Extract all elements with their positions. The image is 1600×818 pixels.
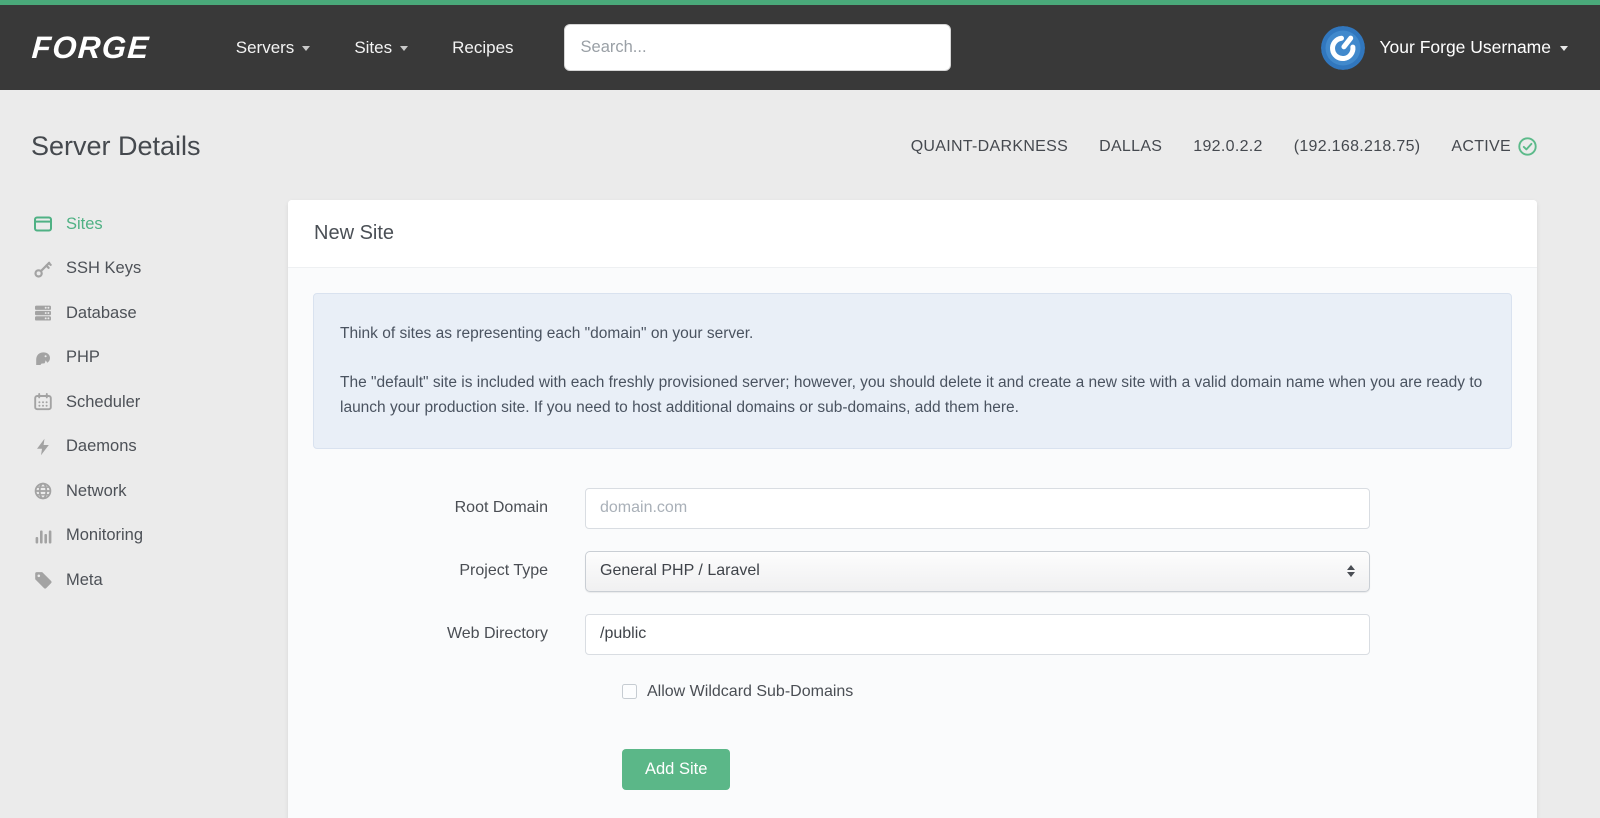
sidebar-item-monitoring[interactable]: Monitoring	[31, 514, 288, 559]
server-meta: QUAINT-DARKNESS DALLAS 192.0.2.2 (192.16…	[911, 137, 1537, 156]
nav-item-recipes-label: Recipes	[452, 37, 514, 57]
page-title: Server Details	[31, 131, 201, 161]
nav-item-recipes[interactable]: Recipes	[452, 38, 513, 58]
info-paragraph-1: Think of sites as representing each "dom…	[340, 325, 754, 342]
sidebar-item-scheduler[interactable]: Scheduler	[31, 380, 288, 425]
forge-app: FORGE Servers Sites Recipes Search... Yo…	[0, 0, 1600, 818]
sidebar-item-label: SSH Keys	[66, 259, 142, 278]
card-header: New Site	[288, 200, 1537, 268]
server-private-ip: (192.168.218.75)	[1293, 137, 1421, 155]
check-circle-icon	[1518, 137, 1537, 156]
sidebar-item-label: Sites	[66, 214, 103, 233]
wildcard-row: Allow Wildcard Sub-Domains	[622, 683, 1512, 701]
chevron-down-icon	[302, 46, 311, 51]
root-domain-label: Root Domain	[454, 499, 548, 517]
web-directory-label: Web Directory	[446, 625, 548, 643]
project-type-label: Project Type	[459, 562, 548, 580]
card-title: New Site	[314, 222, 395, 244]
sidebar-item-sites[interactable]: Sites	[31, 202, 288, 247]
page-header: Server Details QUAINT-DARKNESS DALLAS 19…	[31, 131, 1537, 162]
server-name: QUAINT-DARKNESS	[910, 137, 1069, 155]
web-directory-row: Web Directory	[313, 613, 1512, 655]
status-badge: ACTIVE	[1451, 137, 1537, 156]
window-icon	[31, 214, 55, 234]
status-label: ACTIVE	[1451, 137, 1511, 155]
power-avatar-icon	[1321, 25, 1366, 70]
globe-icon	[31, 481, 55, 501]
sidebar-item-network[interactable]: Network	[31, 469, 288, 514]
nav-item-sites[interactable]: Sites	[354, 37, 409, 58]
sidebar-item-database[interactable]: Database	[31, 291, 288, 336]
select-stepper-icon	[1347, 564, 1355, 578]
database-icon	[31, 303, 55, 323]
server-ip: 192.0.2.2	[1193, 137, 1263, 155]
chevron-down-icon	[400, 46, 409, 51]
sidebar: Sites SSH Keys Database PHP Scheduler Da…	[31, 200, 288, 603]
sidebar-item-label: Daemons	[66, 437, 137, 456]
sidebar-item-php[interactable]: PHP	[31, 336, 288, 381]
forge-logo[interactable]: FORGE	[31, 30, 151, 66]
sidebar-item-ssh-keys[interactable]: SSH Keys	[31, 247, 288, 292]
chevron-down-icon	[1560, 46, 1568, 51]
sidebar-item-daemons[interactable]: Daemons	[31, 425, 288, 470]
new-site-card: New Site Think of sites as representing …	[288, 200, 1537, 818]
nav-item-servers-label: Servers	[235, 37, 295, 57]
nav-item-sites-label: Sites	[354, 37, 393, 57]
sidebar-item-label: Scheduler	[66, 392, 141, 411]
card-body: Think of sites as representing each "dom…	[288, 268, 1537, 818]
nav-item-servers[interactable]: Servers	[236, 38, 311, 58]
calendar-icon	[31, 392, 55, 412]
content-area: Sites SSH Keys Database PHP Scheduler Da…	[31, 200, 1537, 818]
elephant-icon	[31, 348, 55, 368]
search-container	[563, 24, 951, 71]
key-icon	[31, 259, 55, 279]
wildcard-label: Allow Wildcard Sub-Domains	[647, 682, 854, 700]
sidebar-item-label: Network	[66, 481, 127, 500]
wildcard-checkbox[interactable]	[622, 684, 637, 700]
sidebar-item-label: Monitoring	[66, 526, 144, 545]
root-domain-input[interactable]	[585, 487, 1370, 529]
project-type-select[interactable]: General PHP / Laravel	[585, 550, 1370, 592]
username-label: Your Forge Username	[1379, 37, 1551, 57]
info-paragraph-2: The "default" site is included with each…	[340, 373, 1483, 417]
sidebar-item-label: Database	[66, 303, 137, 322]
bar-chart-icon	[31, 526, 55, 546]
bolt-icon	[31, 437, 55, 457]
sidebar-item-meta[interactable]: Meta	[31, 558, 288, 603]
username: Your Forge Username	[1379, 37, 1568, 58]
sidebar-item-label: PHP	[66, 348, 100, 367]
search-input[interactable]	[563, 24, 951, 71]
project-type-value: General PHP / Laravel	[600, 562, 760, 580]
add-site-button[interactable]: Add Site	[622, 748, 731, 790]
sidebar-item-label: Meta	[66, 570, 103, 589]
server-region: DALLAS	[1099, 137, 1163, 155]
top-navbar: FORGE Servers Sites Recipes Search... Yo…	[0, 5, 1600, 90]
user-menu[interactable]: Your Forge Username	[1321, 25, 1568, 70]
submit-row: Add Site	[622, 748, 1512, 790]
web-directory-input[interactable]	[585, 613, 1370, 655]
nav-links: Servers Sites Recipes	[236, 38, 514, 58]
tag-icon	[31, 570, 55, 590]
root-domain-row: Root Domain	[313, 487, 1512, 529]
page-container: Server Details QUAINT-DARKNESS DALLAS 19…	[0, 131, 1600, 818]
info-box: Think of sites as representing each "dom…	[313, 293, 1512, 449]
project-type-row: Project Type General PHP / Laravel	[313, 550, 1512, 592]
